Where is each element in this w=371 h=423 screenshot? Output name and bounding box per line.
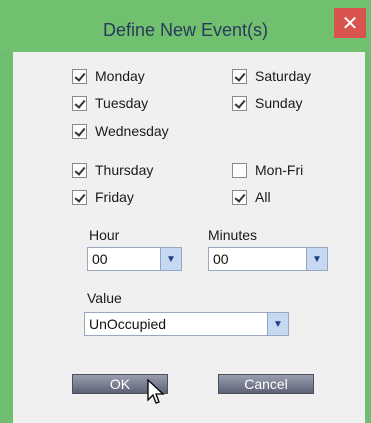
hour-label: Hour [89, 227, 120, 243]
value-label: Value [87, 290, 122, 306]
hour-select[interactable]: 00 ▼ [87, 247, 182, 271]
cancel-button[interactable]: Cancel [218, 374, 314, 394]
value-selected: UnOccupied [89, 316, 167, 332]
checkbox-saturday[interactable]: Saturday [232, 66, 311, 86]
title-bar[interactable]: Define New Event(s) ✕ [0, 0, 371, 52]
hour-value: 00 [92, 251, 108, 267]
friday-label: Friday [95, 189, 134, 205]
chevron-down-icon: ▼ [273, 318, 283, 330]
dialog-title: Define New Event(s) [102, 20, 269, 40]
all-label: All [255, 189, 271, 205]
thursday-checkbox-box[interactable] [72, 162, 87, 178]
hour-dropdown-button[interactable]: ▼ [160, 248, 181, 270]
checkbox-monday[interactable]: Monday [72, 66, 145, 86]
checkbox-friday[interactable]: Friday [72, 187, 134, 207]
minutes-dropdown-button[interactable]: ▼ [306, 248, 327, 270]
checkbox-mon-fri[interactable]: Mon-Fri [232, 160, 303, 180]
checkbox-thursday[interactable]: Thursday [72, 160, 153, 180]
thursday-label: Thursday [95, 162, 154, 178]
mouse-cursor-icon [147, 378, 165, 404]
chevron-down-icon: ▼ [166, 253, 176, 265]
value-select[interactable]: UnOccupied ▼ [84, 312, 289, 336]
mon-fri-label: Mon-Fri [255, 162, 304, 178]
dialog-window: Define New Event(s) ✕ Monday Tuesday Wed… [0, 0, 371, 423]
dialog-body [13, 52, 365, 423]
wednesday-label: Wednesday [95, 123, 169, 139]
minutes-label: Minutes [208, 227, 258, 243]
tuesday-checkbox-box[interactable] [72, 95, 87, 111]
checkbox-wednesday[interactable]: Wednesday [72, 121, 169, 141]
sunday-label: Sunday [255, 95, 303, 111]
close-button[interactable]: ✕ [334, 8, 366, 38]
minutes-select[interactable]: 00 ▼ [208, 247, 328, 271]
friday-checkbox-box[interactable] [72, 189, 87, 205]
sunday-checkbox-box[interactable] [232, 95, 247, 111]
checkbox-sunday[interactable]: Sunday [232, 93, 302, 113]
all-checkbox-box[interactable] [232, 189, 247, 205]
close-icon: ✕ [341, 11, 359, 35]
saturday-label: Saturday [255, 68, 312, 84]
checkbox-all[interactable]: All [232, 187, 271, 207]
monday-checkbox-box[interactable] [72, 68, 87, 84]
value-dropdown-button[interactable]: ▼ [267, 313, 288, 335]
checkbox-tuesday[interactable]: Tuesday [72, 93, 148, 113]
wednesday-checkbox-box[interactable] [72, 123, 87, 139]
chevron-down-icon: ▼ [312, 253, 322, 265]
minutes-value: 00 [213, 251, 229, 267]
monday-label: Monday [95, 68, 145, 84]
mon-fri-checkbox-box[interactable] [232, 162, 247, 178]
tuesday-label: Tuesday [95, 95, 149, 111]
saturday-checkbox-box[interactable] [232, 68, 247, 84]
